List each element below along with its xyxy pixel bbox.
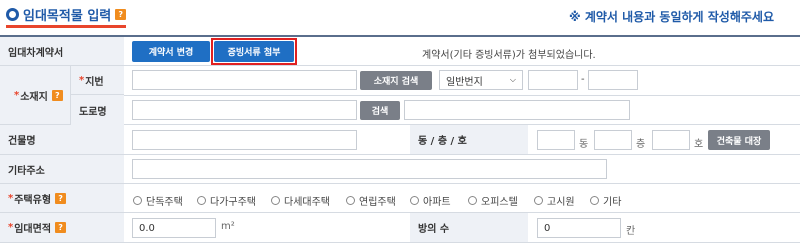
notice-text: ※ 계약서 내용과 동일하게 작성해주세요 — [568, 10, 774, 24]
building-label-text: 건물명 — [8, 136, 36, 147]
lot-sub-number-input[interactable] — [588, 70, 638, 90]
housing-type-label-text: 주택유형 — [14, 194, 52, 206]
floor-input[interactable] — [594, 130, 632, 150]
radio-circle-icon — [133, 196, 142, 205]
attach-document-button[interactable]: 증빙서류 첨부 — [214, 41, 294, 62]
help-icon[interactable]: ? — [115, 9, 127, 20]
radio-apartment[interactable]: 아파트 — [410, 193, 451, 208]
lot-address-input[interactable] — [132, 70, 357, 90]
radio-gosiwon[interactable]: 고시원 — [534, 193, 575, 208]
radio-circle-icon — [197, 196, 206, 205]
lot-main-number-input[interactable] — [528, 70, 578, 90]
road-address-input[interactable] — [132, 100, 357, 120]
rooms-input[interactable]: 0 — [537, 218, 621, 238]
lot-type-select[interactable]: 일반번지 ⌵ — [439, 70, 523, 90]
radio-multiplex[interactable]: 다세대주택 — [271, 193, 330, 208]
radio-circle-icon — [346, 196, 355, 205]
address-search-button[interactable]: 소재지 검색 — [360, 71, 432, 90]
chevron-down-icon: ⌵ — [509, 75, 516, 84]
ho-input[interactable] — [652, 130, 690, 150]
building-ledger-button[interactable]: 건축물 대장 — [708, 130, 770, 150]
contract-label: 임대차계약서 — [0, 37, 124, 65]
dong-unit: 동 — [579, 139, 589, 150]
row-area: * 임대면적 ? 0.0 m² 방의 수 0 칸 — [0, 213, 800, 243]
lot-dash: - — [581, 74, 585, 85]
area-help-icon[interactable]: ? — [55, 222, 67, 233]
radio-circle-icon — [468, 196, 477, 205]
lot-label-text: 지번 — [85, 76, 104, 88]
section-header: 임대목적물 입력 ? ※ 계약서 내용과 동일하게 작성해주세요 — [0, 0, 800, 36]
housing-type-label: * 주택유형 ? — [0, 184, 124, 212]
road-label: 도로명 — [71, 95, 124, 125]
radio-circle-icon — [534, 196, 543, 205]
dong-floor-ho-label: 동 / 층 / 호 — [410, 125, 528, 154]
radio-other[interactable]: 기타 — [590, 193, 621, 208]
area-label: * 임대면적 ? — [0, 213, 124, 242]
building-name-input[interactable] — [132, 130, 357, 150]
row-building: 건물명 동 / 층 / 호 동 층 호 건축물 대장 — [0, 125, 800, 155]
circle-bullet-icon — [6, 8, 19, 21]
housing-type-help-icon[interactable]: ? — [55, 192, 67, 204]
radio-detached-house[interactable]: 단독주택 — [133, 193, 183, 208]
dong-floor-ho-label-text: 동 / 층 / 호 — [418, 136, 467, 147]
road-label-text: 도로명 — [79, 106, 107, 118]
row-other-address: 기타주소 — [0, 155, 800, 184]
radio-row-house[interactable]: 연립주택 — [346, 193, 396, 208]
change-contract-button[interactable]: 계약서 변경 — [132, 41, 210, 62]
location-help-icon[interactable]: ? — [51, 89, 63, 101]
area-label-text: 임대면적 — [14, 224, 52, 235]
rooms-label: 방의 수 — [410, 213, 528, 242]
dong-input[interactable] — [537, 130, 575, 150]
area-input[interactable]: 0.0 — [132, 218, 216, 238]
radio-multi-family[interactable]: 다가구주택 — [197, 193, 256, 208]
section-title: 임대목적물 입력 ? — [6, 6, 127, 28]
attach-status-text: 계약서(기타 증빙서류)가 첨부되었습니다. — [422, 50, 596, 61]
radio-circle-icon — [271, 196, 280, 205]
road-search-button[interactable]: 검색 — [360, 101, 400, 120]
radio-officetel[interactable]: 오피스텔 — [468, 193, 518, 208]
radio-circle-icon — [410, 196, 419, 205]
form-grid: 임대차계약서 계약서 변경 증빙서류 첨부 계약서(기타 증빙서류)가 첨부되었… — [0, 35, 800, 243]
road-detail-input[interactable] — [404, 100, 630, 120]
row-contract: 임대차계약서 계약서 변경 증빙서류 첨부 계약서(기타 증빙서류)가 첨부되었… — [0, 37, 800, 66]
floor-unit: 층 — [636, 139, 646, 150]
lot-type-value: 일반번지 — [446, 76, 483, 88]
location-label: * 소재지 ? — [0, 66, 70, 124]
radio-circle-icon — [590, 196, 599, 205]
other-address-input[interactable] — [132, 159, 607, 179]
contract-label-text: 임대차계약서 — [8, 47, 64, 59]
ho-unit: 호 — [694, 139, 704, 150]
building-label: 건물명 — [0, 125, 124, 154]
rooms-label-text: 방의 수 — [418, 224, 450, 235]
other-address-label: 기타주소 — [0, 155, 124, 183]
lot-label: * 지번 — [71, 66, 124, 95]
row-housing-type: * 주택유형 ? 단독주택 다가구주택 다세대주택 연립주택 아파트 오피스텔 고… — [0, 184, 800, 213]
rooms-unit: 칸 — [626, 226, 636, 237]
other-address-label-text: 기타주소 — [8, 165, 45, 177]
section-title-text: 임대목적물 입력 — [23, 9, 112, 24]
area-unit: m² — [221, 221, 235, 232]
location-label-text: 소재지 — [20, 91, 48, 103]
row-location: * 소재지 ? * 지번 도로명 소재지 검색 일반번지 ⌵ - 검색 — [0, 66, 800, 125]
